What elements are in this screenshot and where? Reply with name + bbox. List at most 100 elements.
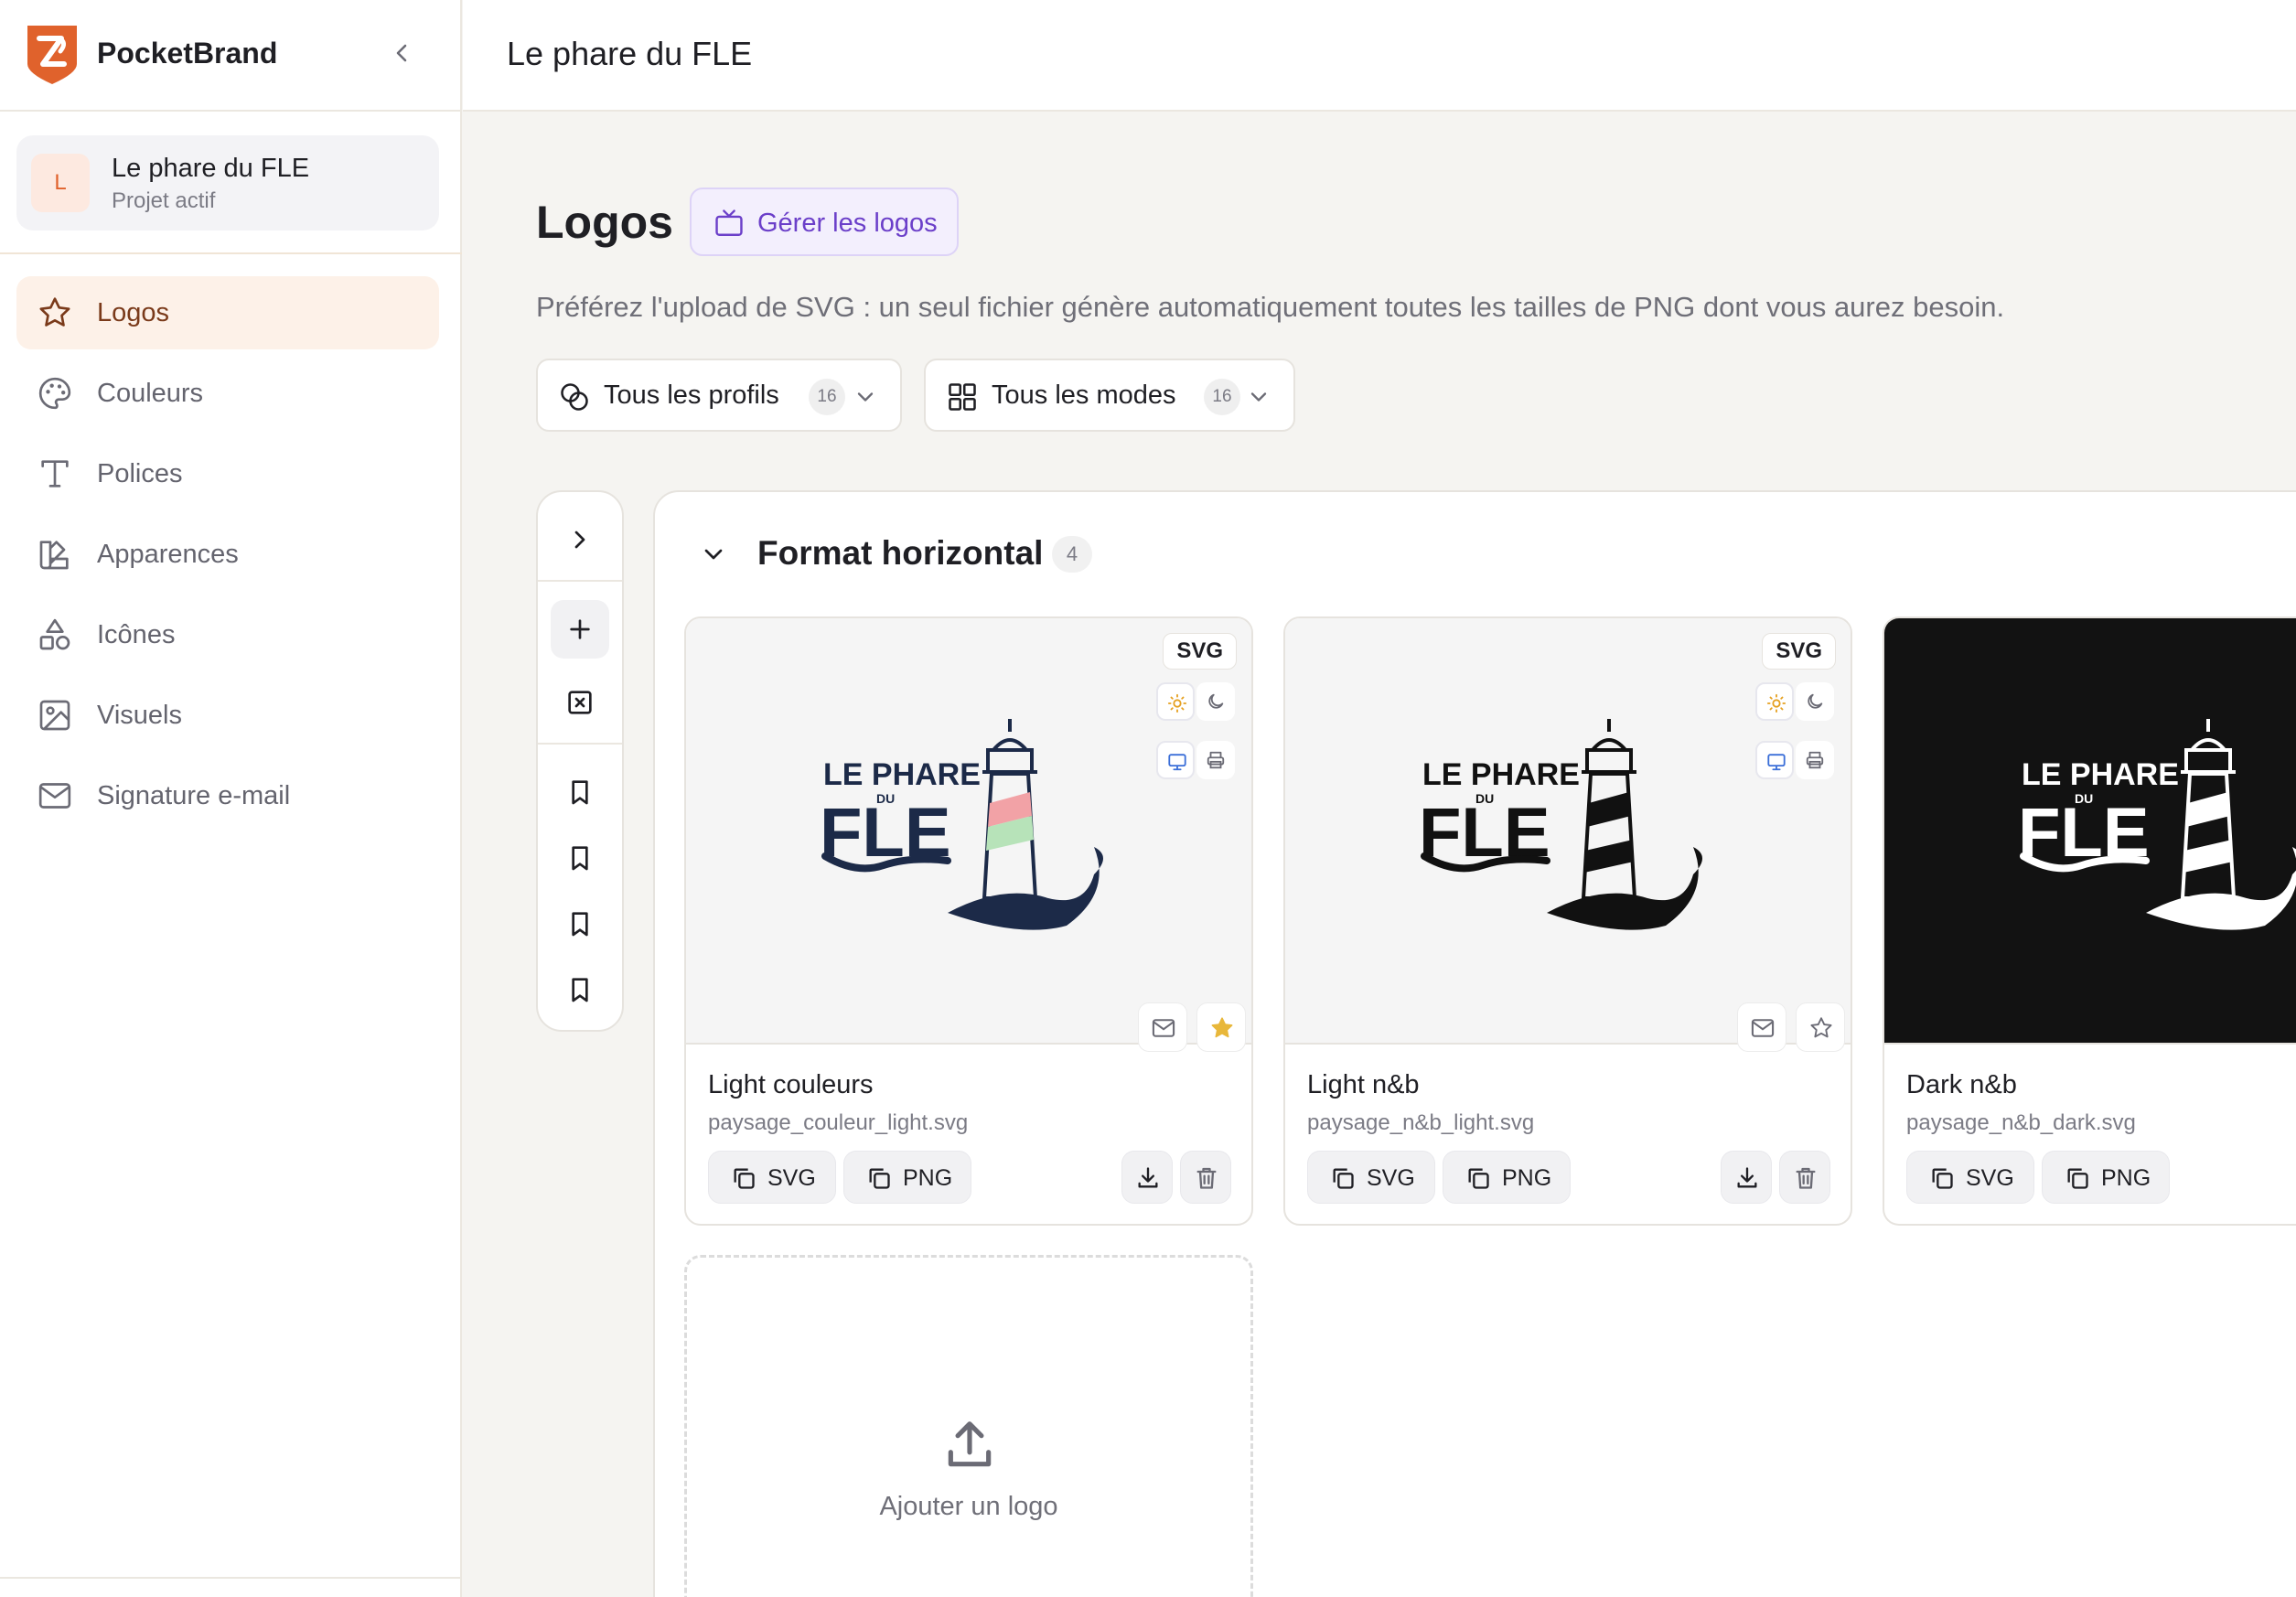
- bookmark-button[interactable]: [551, 829, 609, 887]
- sidebar-item-label: Visuels: [97, 701, 182, 730]
- lighthouse-logo-color: LE PHARE DU FLE: [820, 719, 1103, 930]
- logo-preview[interactable]: LE PHARE DU FLE: [1884, 618, 2296, 1045]
- project-status: Projet actif: [112, 188, 216, 213]
- toolbar-rail: [536, 490, 624, 1032]
- copy-svg-button[interactable]: SVG: [1307, 1151, 1435, 1204]
- logo-card[interactable]: LE PHARE DU FLE Dark n&b paysage_n&b_dar…: [1883, 616, 2296, 1226]
- chevron-down-icon: [857, 392, 874, 402]
- format-badge: SVG: [1762, 633, 1836, 670]
- chevron-down-icon[interactable]: [699, 540, 728, 569]
- bookmark-icon: [572, 912, 588, 937]
- copy-icon: [734, 1168, 755, 1189]
- add-logo-dropzone[interactable]: Ajouter un logo: [684, 1255, 1253, 1597]
- print-mode-toggle[interactable]: [1196, 741, 1235, 779]
- copy-png-button[interactable]: PNG: [1443, 1151, 1571, 1204]
- swatch-book-icon: [39, 541, 69, 570]
- profile-filter-label: Tous les profils: [604, 380, 779, 410]
- manage-logos-button[interactable]: Gérer les logos: [690, 188, 959, 256]
- top-header: Le phare du FLE: [463, 0, 2296, 112]
- sidebar-item-label: Signature e-mail: [97, 781, 291, 810]
- sidebar-item-label: Logos: [97, 298, 170, 327]
- dark-mode-toggle[interactable]: [1196, 682, 1235, 721]
- sidebar-item-label: Icônes: [97, 620, 176, 649]
- divider: [0, 1577, 462, 1579]
- chevron-left-icon: [396, 44, 407, 62]
- download-button[interactable]: [1121, 1151, 1173, 1204]
- manage-logos-label: Gérer les logos: [757, 209, 938, 238]
- plus-icon: [570, 619, 590, 639]
- screen-mode-toggle[interactable]: [1156, 741, 1195, 779]
- email-signature-toggle[interactable]: [1138, 1002, 1187, 1052]
- sidebar-item-visuels[interactable]: Visuels: [16, 679, 439, 752]
- sidebar-item-couleurs[interactable]: Couleurs: [16, 357, 439, 430]
- upload-icon: [948, 1421, 992, 1467]
- screen-mode-toggle[interactable]: [1755, 741, 1794, 779]
- printer-icon: [1806, 751, 1824, 769]
- sidebar-item-polices[interactable]: Polices: [16, 437, 439, 510]
- bookmark-button[interactable]: [551, 763, 609, 821]
- copy-svg-button[interactable]: SVG: [708, 1151, 836, 1204]
- trash-icon: [1796, 1167, 1816, 1189]
- copy-svg-button[interactable]: SVG: [1906, 1151, 2034, 1204]
- logo-text-top: LE PHARE: [2022, 757, 2179, 792]
- copy-png-button[interactable]: PNG: [843, 1151, 971, 1204]
- copy-png-button[interactable]: PNG: [2042, 1151, 2170, 1204]
- logo-preview[interactable]: SVG LE PHARE DU FLE: [686, 618, 1251, 1052]
- logo-text-top: LE PHARE: [1422, 757, 1580, 792]
- mode-filter-select[interactable]: Tous les modes 16: [924, 359, 1295, 432]
- profile-filter-select[interactable]: Tous les profils 16: [536, 359, 902, 432]
- logo-card[interactable]: SVG LE PHARE DU FLE: [1283, 616, 1852, 1226]
- light-mode-toggle[interactable]: [1755, 682, 1794, 721]
- copy-png-label: PNG: [1502, 1165, 1552, 1191]
- moon-icon: [1208, 693, 1224, 709]
- favorite-toggle[interactable]: [1796, 1002, 1845, 1052]
- sun-icon: [1167, 693, 1187, 713]
- sidebar-item-label: Apparences: [97, 540, 239, 569]
- copy-png-label: PNG: [903, 1165, 953, 1191]
- trash-icon: [1196, 1167, 1217, 1189]
- sidebar-item-apparences[interactable]: Apparences: [16, 518, 439, 591]
- clear-selection-button[interactable]: [551, 673, 609, 732]
- logo-card[interactable]: SVG LE PHARE DU FLE: [684, 616, 1253, 1226]
- favorite-toggle[interactable]: [1196, 1002, 1246, 1052]
- download-icon: [1138, 1167, 1158, 1188]
- star-icon: [39, 297, 70, 327]
- brand-header: PocketBrand: [0, 0, 462, 112]
- printer-icon: [1207, 751, 1225, 769]
- expand-rail-button[interactable]: [551, 510, 609, 569]
- logo-name: Dark n&b: [1906, 1070, 2017, 1099]
- sidebar-item-logos[interactable]: Logos: [16, 276, 439, 349]
- circles-icon: [561, 383, 588, 411]
- logo-text-top: LE PHARE: [823, 757, 981, 792]
- download-button[interactable]: [1721, 1151, 1772, 1204]
- delete-button[interactable]: [1779, 1151, 1830, 1204]
- sidebar-item-signature[interactable]: Signature e-mail: [16, 759, 439, 832]
- delete-button[interactable]: [1180, 1151, 1231, 1204]
- email-signature-toggle[interactable]: [1737, 1002, 1786, 1052]
- add-button[interactable]: [551, 600, 609, 659]
- chevron-down-icon: [1250, 392, 1267, 402]
- bookmark-button[interactable]: [551, 960, 609, 1019]
- light-mode-toggle[interactable]: [1156, 682, 1195, 721]
- sidebar-item-icones[interactable]: Icônes: [16, 598, 439, 671]
- star-filled-icon: [1211, 1017, 1233, 1038]
- print-mode-toggle[interactable]: [1796, 741, 1834, 779]
- mode-filter-count: 16: [1204, 379, 1240, 415]
- collapse-sidebar-button[interactable]: [386, 37, 419, 70]
- divider: [0, 252, 462, 254]
- logo-preview[interactable]: SVG LE PHARE DU FLE: [1285, 618, 1851, 1052]
- copy-svg-label: SVG: [1367, 1165, 1415, 1191]
- bookmark-button[interactable]: [551, 895, 609, 953]
- active-project-card[interactable]: L Le phare du FLE Projet actif: [16, 135, 439, 230]
- pocketbrand-logo-icon: [27, 26, 77, 84]
- app-name: PocketBrand: [97, 37, 278, 70]
- bookmark-icon: [572, 846, 588, 871]
- lighthouse-logo-dark: LE PHARE DU FLE: [2018, 719, 2296, 930]
- dark-mode-toggle[interactable]: [1796, 682, 1834, 721]
- copy-icon: [1333, 1168, 1354, 1189]
- tv-icon: [715, 209, 743, 236]
- copy-icon: [1932, 1168, 1953, 1189]
- format-badge: SVG: [1163, 633, 1237, 670]
- copy-icon: [869, 1168, 890, 1189]
- project-name: Le phare du FLE: [112, 154, 310, 183]
